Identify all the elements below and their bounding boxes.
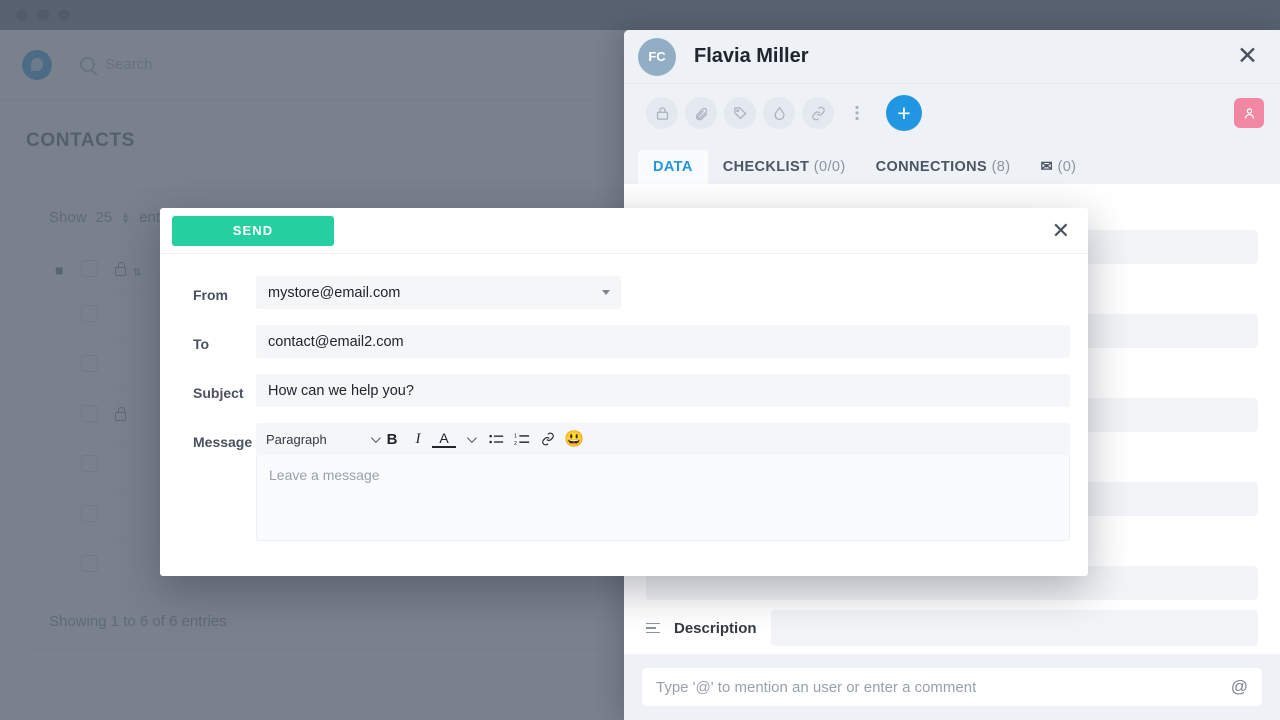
panel-tabs: DATA CHECKLIST (0/0) CONNECTIONS (8) ✉ (… [624,142,1280,184]
bullet-list-icon[interactable] [484,427,508,451]
add-button[interactable]: + [886,95,922,131]
block-format-select[interactable]: Paragraph [266,431,381,447]
text-color-button[interactable]: A [432,430,456,448]
avatar: FC [638,37,676,76]
panel-toolbar: + [624,84,1280,142]
subject-field[interactable] [256,374,1070,407]
from-value: mystore@email.com [268,284,401,301]
chevron-down-icon [602,290,610,295]
subject-label: Subject [193,385,244,401]
to-row: To [178,325,1070,358]
kebab-menu-icon[interactable] [841,97,873,129]
to-field[interactable] [256,325,1070,358]
tab-data-label: DATA [653,159,693,175]
tab-messages[interactable]: ✉ (0) [1025,150,1091,184]
message-editor: Paragraph B I A 1 2 😃 Leave a message [256,423,1070,541]
modal-body: From mystore@email.com To Subject Messag… [160,254,1088,576]
description-row[interactable]: Description [624,604,1280,652]
app-root: Search Activi CONTACTS Show 25 ▲▼ entrie… [0,0,1280,720]
message-textarea[interactable]: Leave a message [256,455,1070,541]
tab-data[interactable]: DATA [638,150,708,184]
from-row: From mystore@email.com [178,276,1070,309]
at-icon[interactable]: @ [1231,677,1248,697]
envelope-icon: ✉ [1040,159,1054,175]
comment-bar: Type '@' to mention an user or enter a c… [624,654,1280,720]
italic-button[interactable]: I [406,427,430,451]
tag-icon[interactable] [724,97,756,129]
close-icon[interactable]: ✕ [1237,44,1258,69]
tab-messages-count: (0) [1057,159,1077,175]
comment-input[interactable]: Type '@' to mention an user or enter a c… [642,668,1262,706]
lock-icon[interactable] [646,97,678,129]
tab-connections-label: CONNECTIONS [875,159,988,175]
numbered-list-icon[interactable]: 1 2 [510,427,534,451]
paperclip-icon[interactable] [685,97,717,129]
description-icon [646,622,660,634]
description-label: Description [674,619,757,637]
subject-row: Subject [178,374,1070,407]
close-icon[interactable]: ✕ [1052,219,1070,242]
message-placeholder: Leave a message [269,467,380,483]
tab-checklist[interactable]: CHECKLIST (0/0) [708,150,861,184]
tab-checklist-label: CHECKLIST [722,159,810,175]
compose-email-modal: SEND ✕ From mystore@email.com To Subject [160,208,1088,576]
send-button[interactable]: SEND [172,215,334,246]
droplet-icon[interactable] [763,97,795,129]
user-icon[interactable] [1234,98,1264,128]
svg-text:1: 1 [514,433,517,439]
message-label: Message [193,434,253,450]
tab-connections-count: (8) [991,159,1011,175]
from-select[interactable]: mystore@email.com [256,276,621,309]
editor-toolbar: Paragraph B I A 1 2 😃 [256,423,1070,455]
panel-title: Flavia Miller [694,45,809,67]
link-icon[interactable] [802,97,834,129]
emoji-icon[interactable]: 😃 [562,427,586,451]
description-value[interactable] [770,610,1258,646]
message-row: Message Paragraph B I A 1 2 😃 Leave a me… [178,423,1070,541]
text-color-chevron-down-icon[interactable] [458,427,482,451]
tab-connections[interactable]: CONNECTIONS (8) [861,150,1026,184]
tab-checklist-count: (0/0) [813,159,846,175]
svg-text:2: 2 [514,440,517,445]
to-label: To [193,336,210,352]
panel-header: FC Flavia Miller ✕ [624,30,1280,84]
from-label: From [193,287,228,303]
block-format-value: Paragraph [266,431,327,447]
modal-header: SEND ✕ [160,208,1088,254]
comment-placeholder: Type '@' to mention an user or enter a c… [656,678,977,696]
bold-button[interactable]: B [380,427,404,451]
link-icon[interactable] [536,427,560,451]
